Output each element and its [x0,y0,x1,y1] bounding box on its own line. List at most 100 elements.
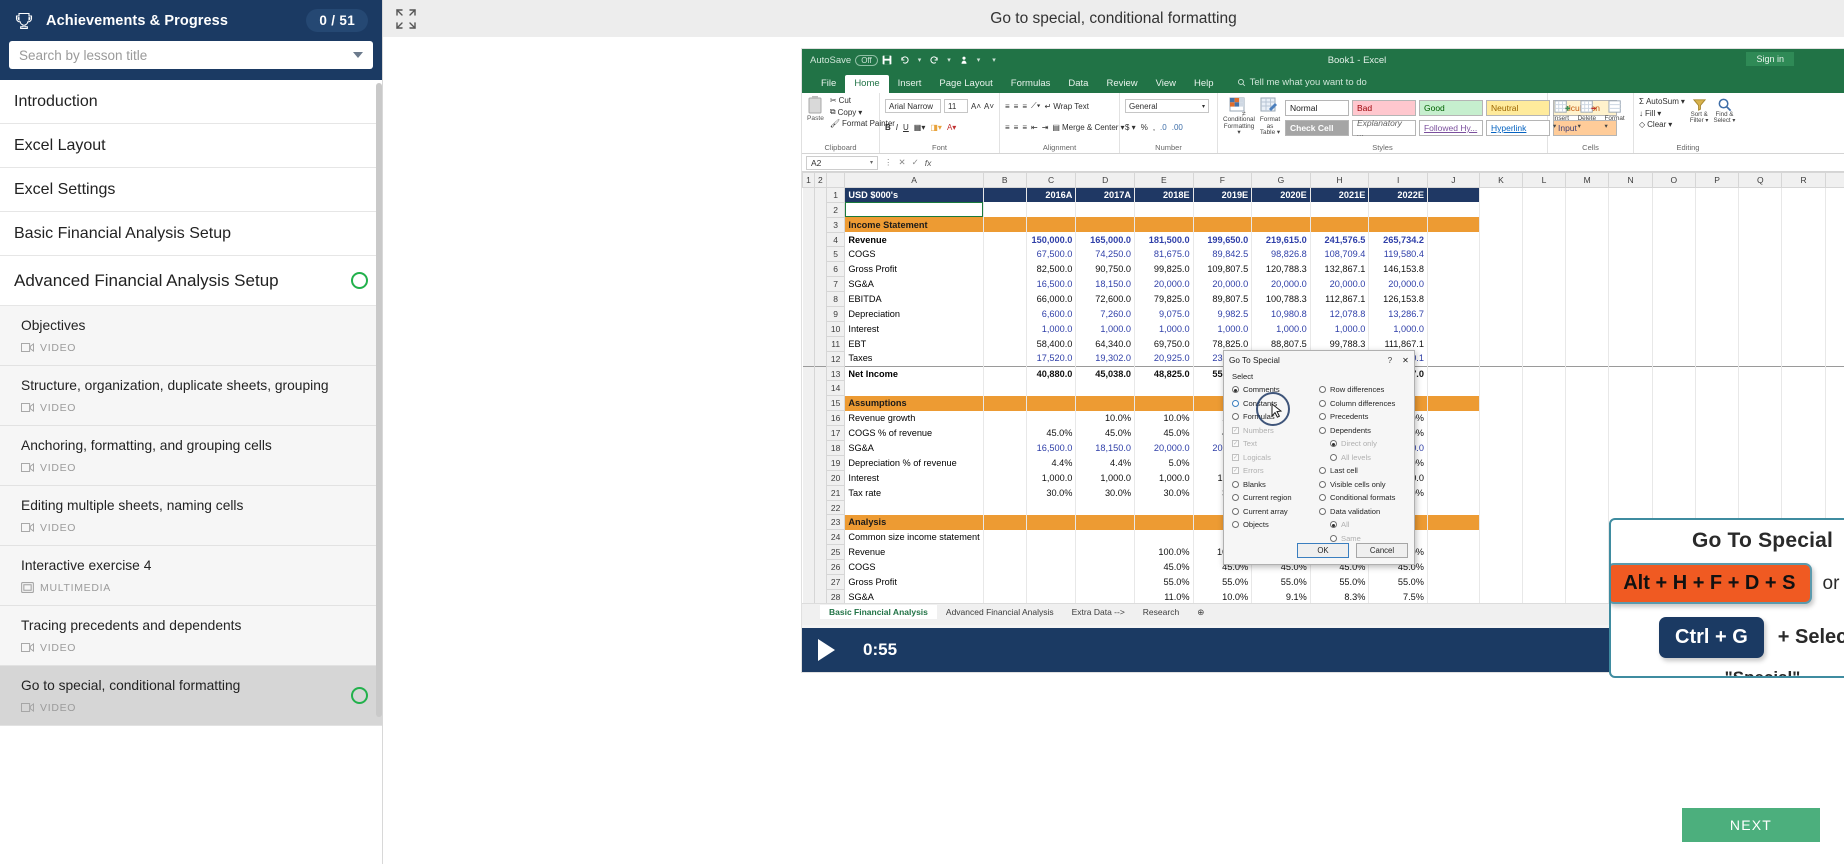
radio-icon[interactable] [1319,400,1326,407]
cell-I27[interactable]: 55.0% [1369,575,1428,590]
underline-button[interactable]: U [903,123,909,132]
row-header-15[interactable]: 15 [826,396,845,411]
cell-D27[interactable] [1076,575,1135,590]
excel-tab-insert[interactable]: Insert [889,75,931,94]
excel-tab-formulas[interactable]: Formulas [1002,75,1060,94]
dialog-option-precedents[interactable]: Precedents [1319,410,1406,424]
sheet-row[interactable]: 10Interest1,000.01,000.01,000.01,000.01,… [803,321,1844,336]
column-header-O[interactable]: O [1652,173,1695,188]
cell-P11[interactable] [1695,336,1738,351]
cell-C21[interactable]: 30.0% [1026,485,1076,500]
excel-ribbon-tabs[interactable]: FileHomeInsertPage LayoutFormulasDataRev… [802,71,1844,93]
cell-style-good[interactable]: Good [1419,100,1483,116]
tell-me-box[interactable]: Tell me what you want to do [1237,77,1367,93]
row-header-19[interactable]: 19 [826,455,845,470]
dialog-option-column-differences[interactable]: Column differences [1319,397,1406,411]
cell-C17[interactable]: 45.0% [1026,426,1076,441]
cell-M9[interactable] [1565,307,1608,322]
cell-I8[interactable]: 126,153.8 [1369,292,1428,307]
cell-A17[interactable]: COGS % of revenue [845,426,983,441]
cell-C27[interactable] [1026,575,1076,590]
cell-Q20[interactable] [1739,470,1782,485]
cell-K22[interactable] [1479,500,1522,515]
cell-C4[interactable]: 150,000.0 [1026,232,1076,247]
cell-C24[interactable] [1026,530,1076,545]
cell-N13[interactable] [1609,366,1652,381]
cell-style-hyperlink[interactable]: Hyperlink [1486,120,1550,136]
cell-O12[interactable] [1652,351,1695,366]
dialog-option-dependents[interactable]: Dependents [1319,424,1406,438]
sheet-row[interactable]: 3Income Statement [803,217,1844,232]
fill-button[interactable]: ↓ Fill ▾ [1639,109,1685,118]
cell-S15[interactable] [1825,396,1844,411]
cell-R20[interactable] [1782,470,1825,485]
cell-J15[interactable] [1427,396,1479,411]
cell-A19[interactable]: Depreciation % of revenue [845,455,983,470]
row-header-8[interactable]: 8 [826,292,845,307]
radio-icon[interactable] [1232,413,1239,420]
row-header-3[interactable]: 3 [826,217,845,232]
cell-A2[interactable] [845,202,983,217]
cell-P17[interactable] [1695,426,1738,441]
lesson-list[interactable]: IntroductionExcel LayoutExcel SettingsBa… [0,80,382,864]
cell-N7[interactable] [1609,277,1652,292]
cell-E15[interactable] [1135,396,1194,411]
cell-Q9[interactable] [1739,307,1782,322]
cell-D25[interactable] [1076,545,1135,560]
cell-K16[interactable] [1479,411,1522,426]
cell-K15[interactable] [1479,396,1522,411]
cell-M18[interactable] [1565,441,1608,456]
cell-O15[interactable] [1652,396,1695,411]
cell-M10[interactable] [1565,321,1608,336]
cell-G10[interactable]: 1,000.0 [1252,321,1311,336]
cell-M21[interactable] [1565,485,1608,500]
cell-D3[interactable] [1076,217,1135,232]
ribbon-group-editing[interactable]: Σ AutoSum ▾ ↓ Fill ▾ ◇ Clear ▾ Sort &Fil… [1634,93,1742,153]
cell-C10[interactable]: 1,000.0 [1026,321,1076,336]
row-header-10[interactable]: 10 [826,321,845,336]
cell-A10[interactable]: Interest [845,321,983,336]
cell-L12[interactable] [1523,351,1566,366]
align-middle-icon[interactable]: ≡ [1014,102,1019,111]
cell-Q12[interactable] [1739,351,1782,366]
cell-C25[interactable] [1026,545,1076,560]
cell-B7[interactable] [983,277,1026,292]
cell-B3[interactable] [983,217,1026,232]
cell-M7[interactable] [1565,277,1608,292]
ribbon-group-alignment[interactable]: ≡ ≡ ≡ ⟋▾ ↵ Wrap Text ≡ ≡ ≡ ⇤ ⇥ ▤ Merge &… [1000,93,1120,153]
lesson-item[interactable]: Tracing precedents and dependentsVIDEO [0,606,382,666]
cell-B2[interactable] [983,202,1026,217]
cell-J18[interactable] [1427,441,1479,456]
cell-D10[interactable]: 1,000.0 [1076,321,1135,336]
cell-E24[interactable] [1135,530,1194,545]
cell-H27[interactable]: 55.0% [1310,575,1369,590]
cell-D11[interactable]: 64,340.0 [1076,336,1135,351]
cell-E2[interactable] [1135,202,1194,217]
sidebar-section-introduction[interactable]: Introduction [0,80,382,124]
cell-P20[interactable] [1695,470,1738,485]
cell-P19[interactable] [1695,455,1738,470]
cell-K14[interactable] [1479,381,1522,396]
cell-Q19[interactable] [1739,455,1782,470]
cell-E4[interactable]: 181,500.0 [1135,232,1194,247]
cell-S11[interactable] [1825,336,1844,351]
cancel-button[interactable]: Cancel [1356,543,1408,558]
cell-P9[interactable] [1695,307,1738,322]
cell-J5[interactable] [1427,247,1479,262]
cell-G2[interactable] [1252,202,1311,217]
cell-K2[interactable] [1479,202,1522,217]
cell-D2[interactable] [1076,202,1135,217]
cell-style-bad[interactable]: Bad [1352,100,1416,116]
cell-E20[interactable]: 1,000.0 [1135,470,1194,485]
radio-icon[interactable] [1319,386,1326,393]
cell-L11[interactable] [1523,336,1566,351]
sidebar-section-excel-layout[interactable]: Excel Layout [0,124,382,168]
radio-icon[interactable] [1319,413,1326,420]
cell-E9[interactable]: 9,075.0 [1135,307,1194,322]
row-header-21[interactable]: 21 [826,485,845,500]
cell-B12[interactable] [983,351,1026,366]
cell-B27[interactable] [983,575,1026,590]
cell-M17[interactable] [1565,426,1608,441]
cell-I1[interactable]: 2022E [1369,187,1428,202]
cell-style-normal[interactable]: Normal [1285,100,1349,116]
